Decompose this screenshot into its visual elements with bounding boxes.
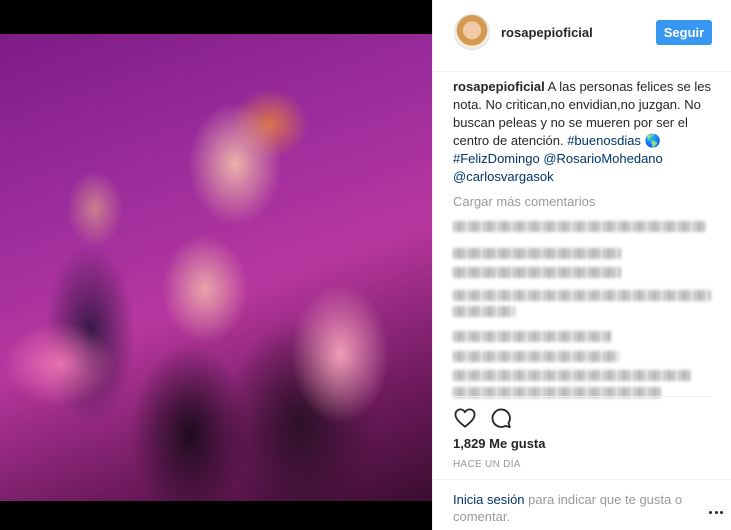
mention-carlosvargasok[interactable]: @carlosvargasok	[453, 169, 554, 184]
post-timestamp[interactable]: HACE UN DÍA	[453, 459, 521, 470]
blurred-comment	[453, 370, 691, 381]
blurred-comment	[453, 221, 705, 232]
divider	[433, 479, 731, 480]
dot	[709, 510, 712, 514]
blurred-comment	[453, 267, 621, 278]
login-link[interactable]: Inicia sesión	[453, 492, 525, 507]
blurred-comment	[453, 306, 515, 317]
post-header: rosapepioficial Seguir	[433, 0, 731, 72]
more-options-icon[interactable]	[709, 505, 723, 519]
mention-rosariomohedano[interactable]: @RosarioMohedano	[543, 151, 662, 166]
blurred-comment	[453, 331, 611, 342]
blurred-comment	[453, 248, 621, 259]
post-photo[interactable]	[0, 34, 432, 501]
blurred-comment	[453, 290, 711, 301]
post-media	[0, 0, 432, 530]
header-username[interactable]: rosapepioficial	[501, 25, 593, 40]
blurred-comment	[453, 351, 619, 362]
caption: rosapepioficial A las personas felices s…	[453, 78, 715, 186]
dot	[714, 510, 718, 514]
post-actions	[453, 404, 533, 432]
heart-icon[interactable]	[451, 404, 479, 432]
divider	[453, 396, 712, 397]
follow-button[interactable]: Seguir	[656, 20, 712, 45]
comments-section: rosapepioficial A las personas felices s…	[453, 78, 715, 398]
hashtag-felizdomingo[interactable]: #FelizDomingo	[453, 151, 540, 166]
hashtag-buenosdias[interactable]: #buenosdias	[567, 133, 641, 148]
login-prompt: Inicia sesión para indicar que te gusta …	[453, 491, 718, 525]
dot	[720, 510, 723, 514]
load-more-comments[interactable]: Cargar más comentarios	[453, 194, 715, 209]
globe-emoji: 🌎	[640, 133, 661, 148]
avatar[interactable]	[454, 14, 490, 50]
likes-count[interactable]: 1,829 Me gusta	[453, 436, 546, 451]
comment-icon[interactable]	[487, 404, 515, 432]
post-panel: rosapepioficial Seguir rosapepioficial A…	[432, 0, 731, 530]
caption-username[interactable]: rosapepioficial	[453, 79, 545, 94]
